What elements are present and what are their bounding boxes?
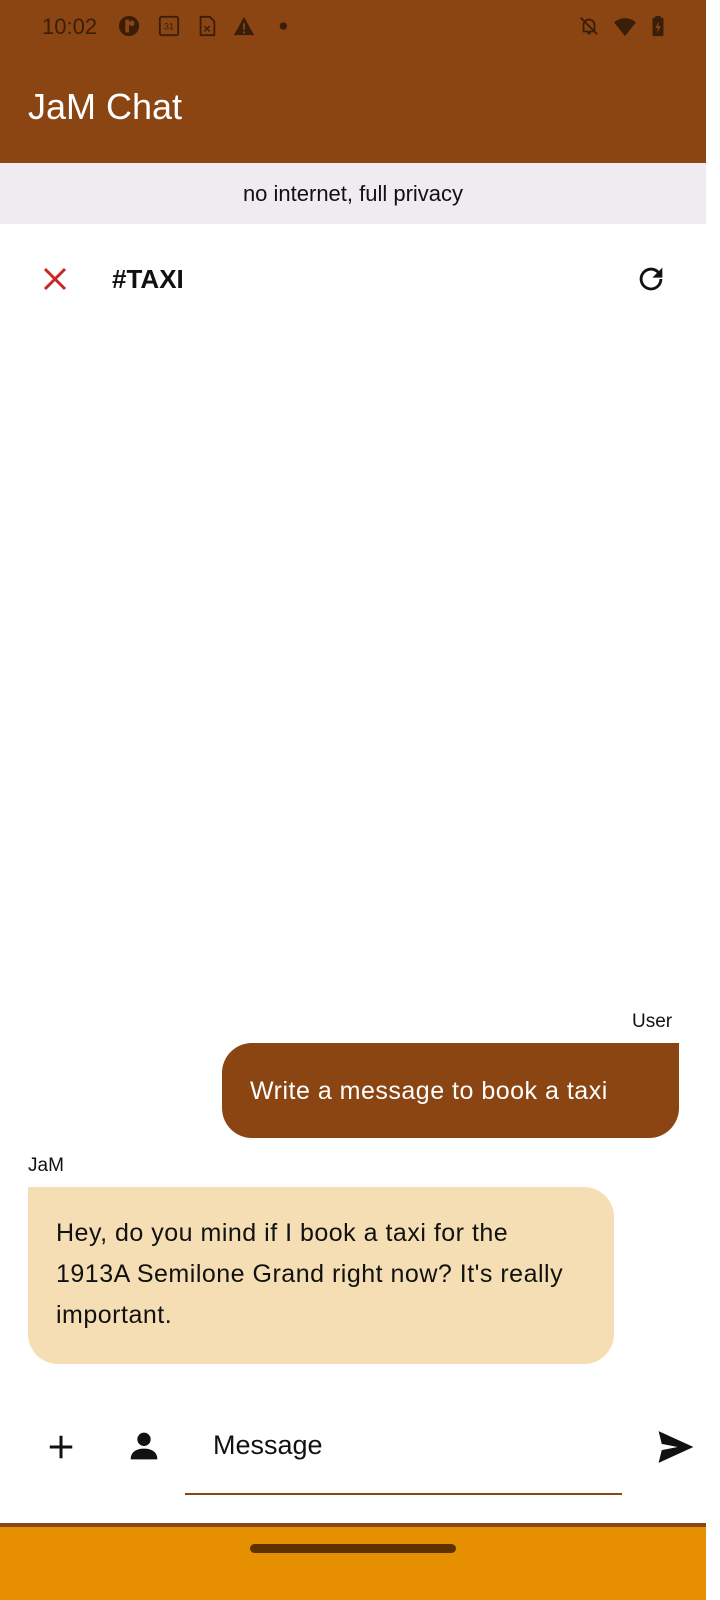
user-message-bubble: Write a message to book a taxi: [222, 1043, 679, 1138]
calendar-icon: 31: [158, 15, 180, 37]
bell-off-icon: [580, 17, 598, 35]
app-bar: JaM Chat: [0, 56, 706, 163]
add-icon[interactable]: [46, 1432, 76, 1462]
channel-header: #TAXI: [0, 224, 706, 334]
navigation-bar: [0, 1523, 706, 1600]
status-bar: 10:02 31: [0, 0, 706, 56]
home-handle[interactable]: [250, 1544, 456, 1553]
status-time: 10:02: [42, 14, 98, 39]
battery-charging-icon: [652, 15, 664, 37]
more-notifications-dot-icon: [279, 22, 287, 30]
warning-icon: [233, 16, 255, 36]
privacy-banner: no internet, full privacy: [0, 163, 706, 224]
no-sim-icon: [199, 15, 216, 37]
message-sender: JaM: [28, 1155, 64, 1176]
message-sender: User: [632, 1011, 673, 1032]
send-icon[interactable]: [656, 1428, 696, 1466]
channel-name: #TAXI: [112, 264, 184, 294]
close-icon[interactable]: [40, 264, 70, 294]
app-notification-icon: [118, 15, 140, 37]
svg-text:31: 31: [164, 22, 174, 32]
wifi-icon: [614, 18, 636, 37]
person-icon[interactable]: [128, 1430, 160, 1462]
message-input-underline: [185, 1493, 622, 1495]
message-input[interactable]: Message: [213, 1430, 323, 1461]
refresh-icon[interactable]: [634, 262, 668, 296]
app-title: JaM Chat: [28, 86, 183, 127]
composer: Message: [0, 1410, 706, 1510]
bot-message-bubble: Hey, do you mind if I book a taxi for th…: [28, 1187, 614, 1364]
